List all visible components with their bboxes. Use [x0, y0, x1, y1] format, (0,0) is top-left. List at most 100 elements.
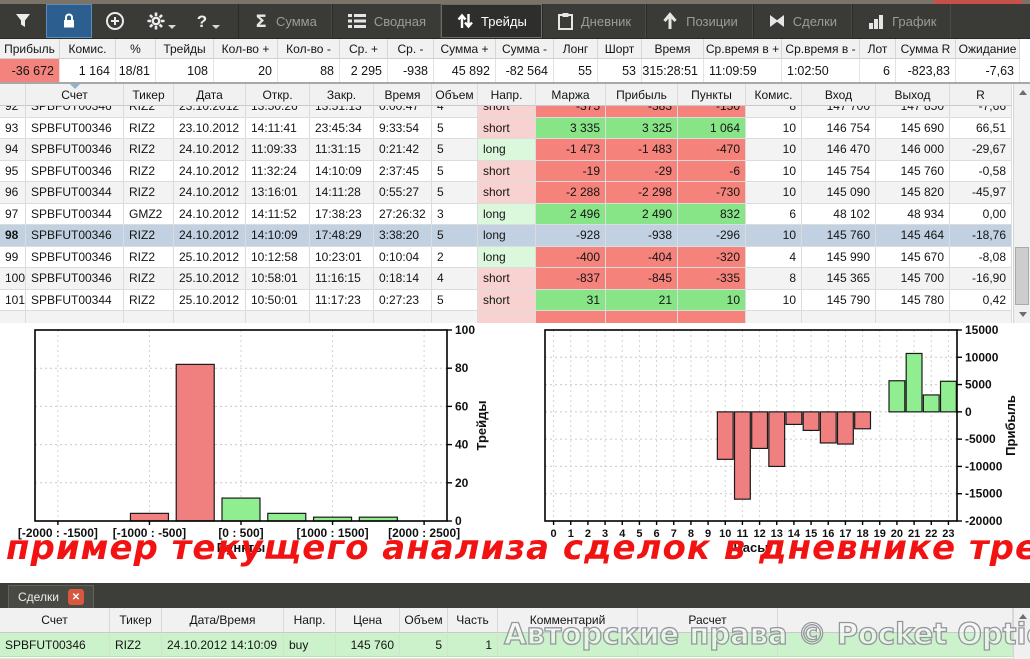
table-row[interactable]: 101SPBFUT00344RIZ225.10.201210:50:0111:1…: [0, 290, 1013, 312]
table-row[interactable]: 99SPBFUT00346RIZ225.10.201210:12:5810:23…: [0, 247, 1013, 269]
cell-time: 0:00:47: [374, 106, 432, 118]
column-header-Маржа[interactable]: Маржа: [536, 84, 606, 106]
table-row[interactable]: 94SPBFUT00346RIZ224.10.201211:09:3311:31…: [0, 139, 1013, 161]
svg-text:40: 40: [455, 438, 469, 452]
deals-cell: 1: [448, 633, 498, 657]
settings-gear-button[interactable]: [138, 4, 184, 38]
svg-text:-10000: -10000: [965, 459, 1003, 473]
cell-points: -470: [678, 139, 746, 161]
column-header-num[interactable]: [0, 84, 26, 106]
column-header-Закр.[interactable]: Закр.: [310, 84, 374, 106]
deals-column-header[interactable]: Объем: [400, 608, 448, 633]
window-titlebar: [0, 0, 1030, 4]
column-header-R[interactable]: R: [950, 84, 1012, 106]
add-circle-button[interactable]: [92, 4, 138, 38]
cell-close: 14:10:09: [310, 161, 374, 183]
cell-volume: 5: [432, 139, 478, 161]
cell-open: 11:09:33: [246, 139, 310, 161]
deals-column-header[interactable]: Дата/Время: [162, 608, 284, 633]
tab-arrows-up-down[interactable]: Трейды: [441, 4, 542, 38]
column-header-Прибыль[interactable]: Прибыль: [606, 84, 678, 106]
deals-cell: buy: [284, 633, 336, 657]
table-row[interactable]: 96SPBFUT00344RIZ224.10.201213:16:0114:11…: [0, 182, 1013, 204]
cell-account: [26, 311, 124, 323]
summary-header-cell: Кол-во +: [214, 39, 278, 59]
summary-value-cell: 11:09:59: [704, 59, 782, 82]
help-question-button[interactable]: ?: [184, 4, 230, 38]
column-header-Вход[interactable]: Вход: [802, 84, 876, 106]
table-row[interactable]: 92SPBFUT00346RIZ223.10.201213:50:2613:51…: [0, 106, 1013, 118]
column-header-Время[interactable]: Время: [374, 84, 432, 106]
cell-account: SPBFUT00344: [26, 290, 124, 312]
cell-open: 10:58:01: [246, 268, 310, 290]
cell-date: 23.10.2012: [174, 106, 246, 118]
sigma-icon: Σ: [253, 12, 269, 30]
cell-time: 0:10:04: [374, 247, 432, 269]
cell-ticker: GMZ2: [124, 204, 174, 226]
trades-scrollbar[interactable]: [1013, 84, 1030, 323]
cell-volume: 5: [432, 118, 478, 140]
deals-icon: [768, 13, 786, 29]
cell-points: 832: [678, 204, 746, 226]
cell-comis: 8: [746, 106, 802, 118]
scroll-up-icon[interactable]: [1014, 84, 1030, 101]
cell-profit: -845: [606, 268, 678, 290]
table-row[interactable]: 93SPBFUT00346RIZ223.10.201214:11:4123:45…: [0, 118, 1013, 140]
deals-column-header[interactable]: Напр.: [284, 608, 336, 633]
cell-ticker: RIZ2: [124, 161, 174, 183]
window-close-button[interactable]: [934, 0, 1022, 4]
cell-account: SPBFUT00344: [26, 204, 124, 226]
filter-button[interactable]: [0, 4, 46, 38]
tab-sigma[interactable]: Σ Сумма: [238, 4, 332, 38]
svg-text:20: 20: [455, 476, 469, 490]
cell-margin: [536, 311, 606, 323]
scroll-down-icon[interactable]: [1014, 306, 1030, 323]
cell-dir: long: [478, 247, 536, 269]
table-row[interactable]: 97SPBFUT00344GMZ224.10.201214:11:5217:38…: [0, 204, 1013, 226]
summary-value-cell: 315:28:51: [642, 59, 704, 82]
tab-arrow-up[interactable]: Позиции: [646, 4, 753, 38]
deals-column-header[interactable]: Часть: [448, 608, 498, 633]
cell-time: 27:26:32: [374, 204, 432, 226]
scrollbar-thumb[interactable]: [1015, 247, 1029, 305]
toolbar-icons: ?: [0, 4, 230, 38]
deals-column-header[interactable]: Тикер: [110, 608, 162, 633]
column-header-Дата[interactable]: Дата: [174, 84, 246, 106]
tab-deals[interactable]: Сделки: [753, 4, 852, 38]
cell-close: 23:45:34: [310, 118, 374, 140]
close-icon[interactable]: ✕: [68, 589, 84, 605]
summary-header-row: ПрибыльКомис.%ТрейдыКол-во +Кол-во -Ср. …: [0, 39, 1030, 59]
tab-bar-chart[interactable]: График: [852, 4, 951, 38]
lock-button[interactable]: [46, 4, 92, 38]
table-row[interactable]: 98SPBFUT00346RIZ224.10.201214:10:0917:48…: [0, 225, 1013, 247]
deals-column-header[interactable]: Счет: [0, 608, 110, 633]
deals-column-header[interactable]: Цена: [336, 608, 400, 633]
table-row[interactable]: 100SPBFUT00346RIZ225.10.201210:58:0111:1…: [0, 268, 1013, 290]
tab-list[interactable]: Сводная: [332, 4, 441, 38]
column-header-Объем[interactable]: Объем: [432, 84, 478, 106]
column-header-Откр.[interactable]: Откр.: [246, 84, 310, 106]
table-row[interactable]: 95SPBFUT00346RIZ224.10.201211:32:2414:10…: [0, 161, 1013, 183]
cell-r: -45,97: [950, 182, 1012, 204]
cell-exit: 145 670: [876, 247, 950, 269]
column-header-Тикер[interactable]: Тикер: [124, 84, 174, 106]
cell-close: 11:17:23: [310, 290, 374, 312]
column-header-Напр.[interactable]: Напр.: [478, 84, 536, 106]
cell-dir: short: [478, 161, 536, 183]
deals-tab[interactable]: Сделки ✕: [8, 585, 94, 608]
trades-table-header: СчетТикерДатаОткр.Закр.ВремяОбъемНапр.Ма…: [0, 84, 1013, 106]
tab-label: Сумма: [276, 14, 317, 29]
cell-ticker: RIZ2: [124, 118, 174, 140]
summary-value-cell: -7,63: [956, 59, 1020, 82]
trades-table: СчетТикерДатаОткр.Закр.ВремяОбъемНапр.Ма…: [0, 84, 1030, 323]
cell-dir: short: [478, 268, 536, 290]
column-header-Счет[interactable]: Счет: [26, 84, 124, 106]
svg-text:-20000: -20000: [965, 514, 1003, 528]
column-header-Комис.[interactable]: Комис.: [746, 84, 802, 106]
cell-num: 92: [0, 106, 26, 118]
cell-date: 24.10.2012: [174, 204, 246, 226]
column-header-Выход[interactable]: Выход: [876, 84, 950, 106]
cell-margin: 31: [536, 290, 606, 312]
column-header-Пункты[interactable]: Пункты: [678, 84, 746, 106]
tab-clipboard[interactable]: Дневник: [542, 4, 646, 38]
